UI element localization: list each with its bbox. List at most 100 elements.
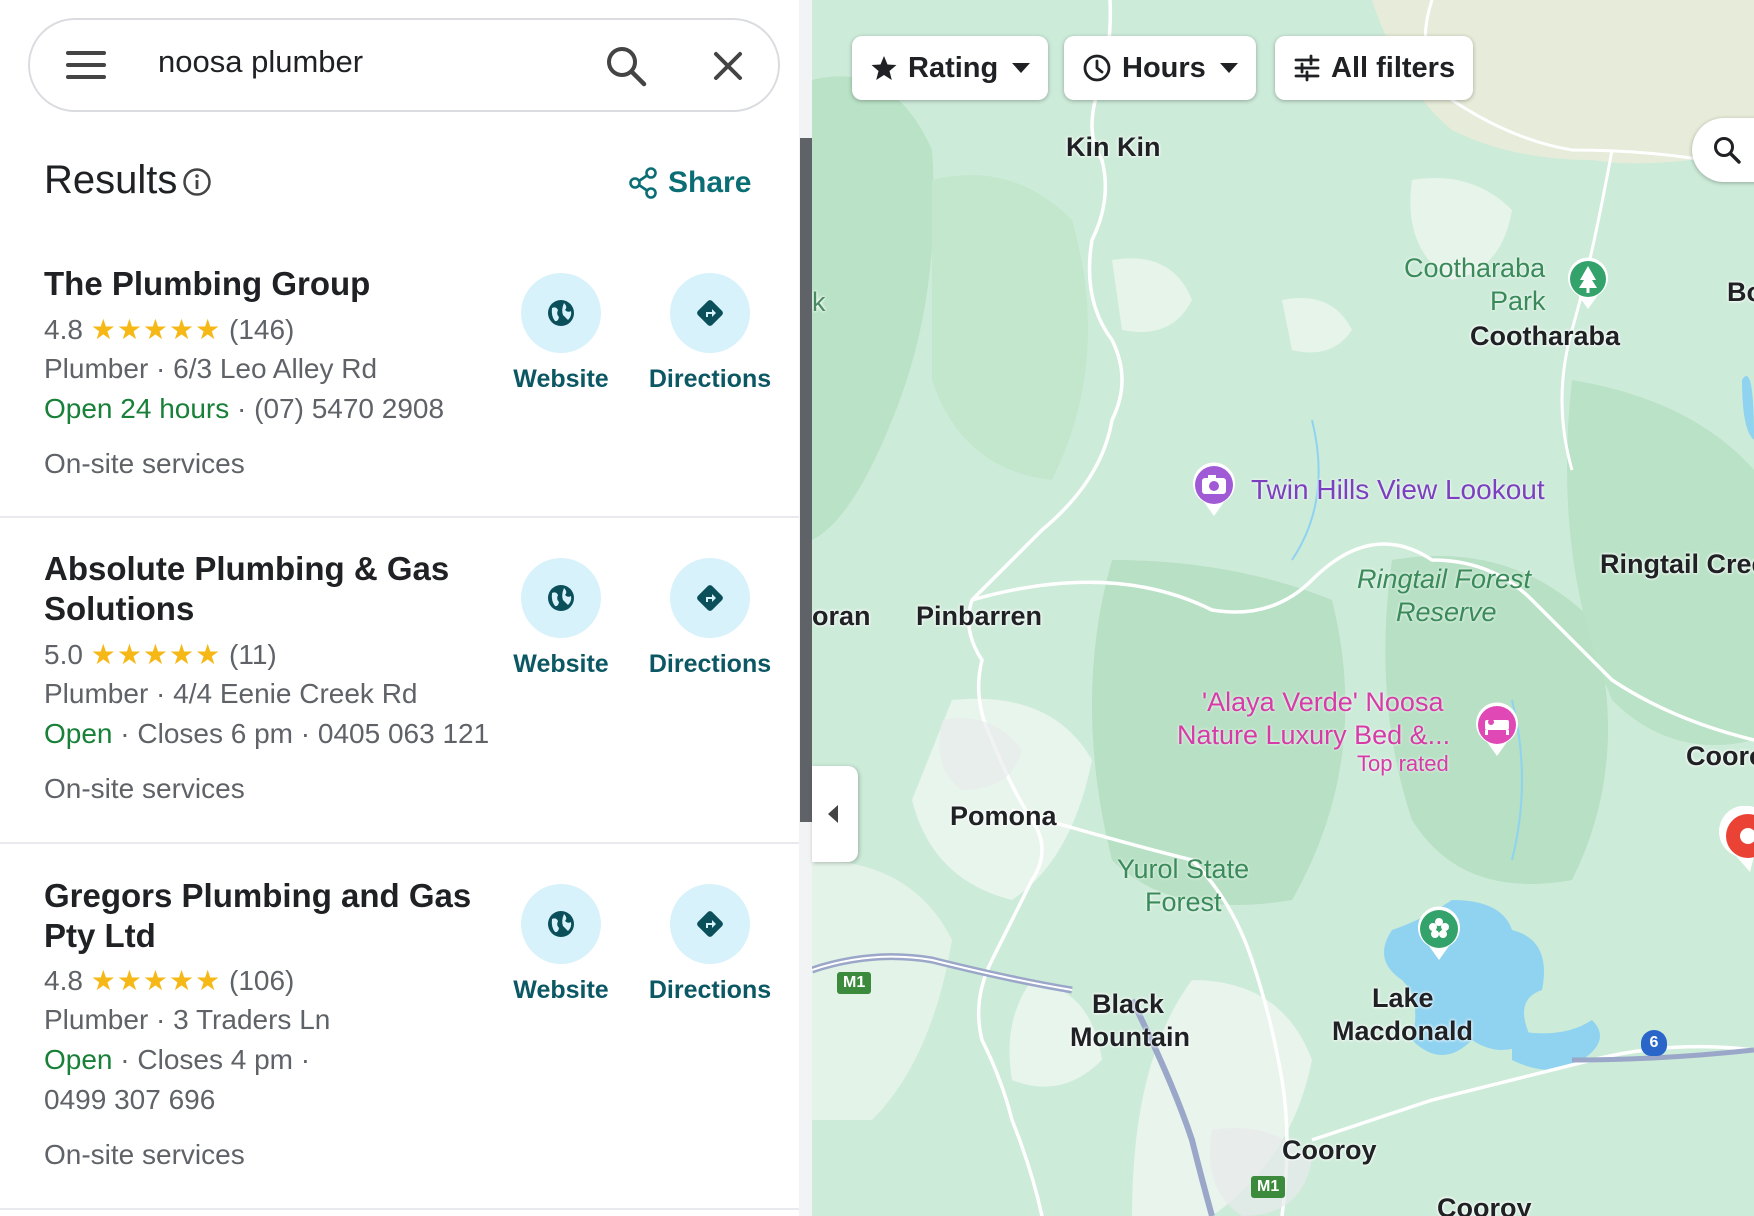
hours-filter-chip[interactable]: Hours (1064, 36, 1256, 100)
hours-phone: · Closes 6 pm · 0405 063 121 (112, 718, 490, 749)
map-label-pomona[interactable]: Pomona (950, 800, 1057, 833)
rating-filter-chip[interactable]: Rating (852, 36, 1049, 100)
globe-icon (548, 300, 574, 326)
directions-label: Directions (648, 976, 772, 1004)
share-button[interactable]: Share (628, 166, 751, 200)
map-label-ringtail-forest-line1[interactable]: Ringtail Forest (1357, 563, 1531, 596)
result-category-address: Plumber · 3 Traders Ln (44, 1004, 331, 1035)
park-tree-pin-icon[interactable] (1564, 255, 1612, 316)
search-this-area-button[interactable] (1692, 118, 1754, 182)
result-name[interactable]: Absolute Plumbing & Gas Solutions (44, 549, 484, 629)
search-icon[interactable] (602, 42, 650, 90)
all-filters-label: All filters (1331, 51, 1456, 84)
clock-icon (1083, 54, 1111, 82)
rating-value: 4.8 (44, 965, 83, 996)
result-category-address: Plumber · 6/3 Leo Alley Rd (44, 353, 378, 384)
website-button[interactable]: Website (486, 273, 636, 394)
scrollbar[interactable] (800, 138, 812, 822)
map-label-ringtail-creek[interactable]: Ringtail Cree (1600, 548, 1754, 581)
website-label: Website (513, 650, 609, 678)
collapse-panel-button[interactable] (812, 766, 858, 862)
map-label-lake-macdonald-line1[interactable]: Lake (1372, 982, 1434, 1015)
open-status: Open (44, 1044, 113, 1075)
globe-icon (548, 911, 574, 937)
open-status: Open 24 hours (44, 393, 230, 424)
highway-shield-m1: M1 (1251, 1176, 1286, 1198)
search-box[interactable]: noosa plumber (28, 18, 780, 112)
directions-label: Directions (648, 650, 772, 678)
directions-button[interactable]: Directions (635, 558, 785, 679)
map-label-yurol-line2[interactable]: Forest (1145, 886, 1222, 919)
map-label-alaya-verde-line2[interactable]: Nature Luxury Bed &... (1177, 719, 1450, 752)
all-filters-chip[interactable]: All filters (1275, 36, 1474, 100)
star-rating-icon: ★★★★★ (90, 965, 222, 996)
directions-icon (697, 585, 723, 611)
website-button[interactable]: Website (486, 558, 636, 679)
directions-button[interactable]: Directions (635, 273, 785, 394)
map-label-ringtail-forest-line2[interactable]: Reserve (1396, 596, 1497, 629)
result-phone: 0499 307 696 (44, 1084, 216, 1115)
website-label: Website (513, 976, 609, 1004)
result-hours-phone: Open · Closes 4 pm · (44, 1044, 310, 1076)
result-rating: 5.0 ★★★★★ (11) (44, 638, 277, 671)
map-label-black-mountain-line2[interactable]: Mountain (1070, 1021, 1190, 1054)
open-status: Open (44, 718, 113, 749)
map-label-black-mountain-line1[interactable]: Black (1092, 988, 1164, 1021)
filter-sliders-icon (1294, 54, 1320, 82)
map-label-kin-kin[interactable]: Kin Kin (1066, 131, 1161, 164)
website-label: Website (513, 365, 609, 393)
map-label-cootharaba[interactable]: Cootharaba (1470, 320, 1620, 353)
star-icon (871, 56, 897, 80)
result-category-address: Plumber · 4/4 Eenie Creek Rd (44, 678, 418, 709)
map-label-k: k (812, 287, 826, 317)
results-heading: Results (44, 158, 178, 202)
review-count: (106) (229, 965, 295, 996)
share-icon (629, 167, 657, 199)
result-services: On-site services (44, 1139, 245, 1170)
bed-lodging-pin-icon[interactable] (1472, 700, 1522, 763)
map-label-cootharaba-park-line1[interactable]: Cootharaba (1404, 252, 1545, 285)
result-hours-phone: Open · Closes 6 pm · 0405 063 121 (44, 718, 489, 750)
hours-phone: · Closes 4 pm · (112, 1044, 311, 1075)
globe-icon (548, 585, 574, 611)
map-label-pinbarren[interactable]: Pinbarren (916, 600, 1042, 633)
close-icon[interactable] (706, 44, 750, 88)
website-button[interactable]: Website (486, 884, 636, 1005)
divider (0, 516, 800, 518)
divider (0, 1208, 800, 1210)
chevron-down-icon (1219, 63, 1238, 73)
map-label-cooro[interactable]: Cooro (1686, 740, 1754, 773)
highway-shield-m1: M1 (837, 972, 872, 994)
hours-filter-label: Hours (1122, 51, 1206, 84)
map-label-twin-hills-lookout[interactable]: Twin Hills View Lookout (1251, 474, 1545, 506)
star-rating-icon: ★★★★★ (90, 314, 222, 345)
result-name[interactable]: The Plumbing Group (44, 264, 484, 304)
map-label-alaya-verde-line1[interactable]: 'Alaya Verde' Noosa (1202, 686, 1443, 719)
rating-value: 5.0 (44, 639, 83, 670)
results-panel: noosa plumber Results Share The Plumbing… (0, 0, 812, 1216)
map-label-cooroy-bottom[interactable]: Cooroy (1437, 1192, 1532, 1216)
map-label-bo[interactable]: Bo (1727, 276, 1754, 309)
hours-phone: · (07) 5470 2908 (229, 393, 445, 424)
info-icon[interactable] (182, 167, 212, 197)
map-label-oran[interactable]: oran (812, 600, 871, 633)
camera-lookout-pin-icon[interactable] (1189, 460, 1239, 523)
rating-filter-label: Rating (908, 51, 999, 84)
result-marker-pin-icon[interactable] (1710, 805, 1754, 879)
result-name[interactable]: Gregors Plumbing and Gas Pty Ltd (44, 876, 484, 956)
search-input[interactable]: noosa plumber (158, 44, 363, 80)
directions-button[interactable]: Directions (635, 884, 785, 1005)
map-view[interactable]: Rating Hours All filters Kin Kin k Cooth… (812, 0, 1754, 1216)
directions-icon (697, 911, 723, 937)
divider (0, 842, 800, 844)
map-label-yurol-line1[interactable]: Yurol State (1117, 853, 1249, 886)
garden-flower-pin-icon[interactable] (1414, 904, 1464, 967)
route-shield-6: 6 (1641, 1030, 1667, 1056)
map-label-cootharaba-park-line2[interactable]: Park (1490, 285, 1546, 318)
result-services: On-site services (44, 773, 245, 804)
menu-icon[interactable] (66, 51, 106, 81)
map-label-lake-macdonald-line2[interactable]: Macdonald (1332, 1015, 1473, 1048)
directions-icon (697, 300, 723, 326)
result-rating: 4.8 ★★★★★ (106) (44, 964, 294, 997)
map-label-cooroy[interactable]: Cooroy (1282, 1134, 1377, 1167)
